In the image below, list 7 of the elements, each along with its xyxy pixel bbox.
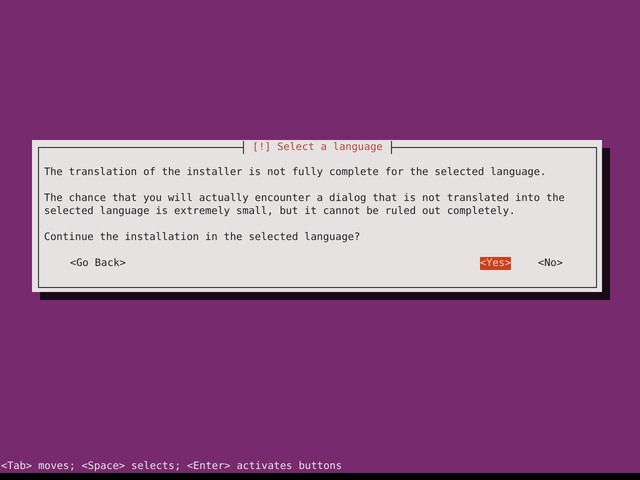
dialog-message: The translation of the installer is not fully complete for the selected language. <box>44 166 548 179</box>
dialog-title: [!] Select a language <box>243 141 392 154</box>
dialog-button[interactable]: <Go Back> <box>70 257 126 270</box>
status-text: <Tab> moves; <Space> selects; <Enter> activates buttons <box>0 460 343 473</box>
dialog-message: The chance that you will actually encounter a dialog that is not translated into the selected language is extremely small, but it cannot be ruled out completely. <box>44 192 566 218</box>
dialog-button[interactable]: <No> <box>538 257 563 270</box>
dialog-message: Continue the installation in the selected language? <box>44 231 362 244</box>
